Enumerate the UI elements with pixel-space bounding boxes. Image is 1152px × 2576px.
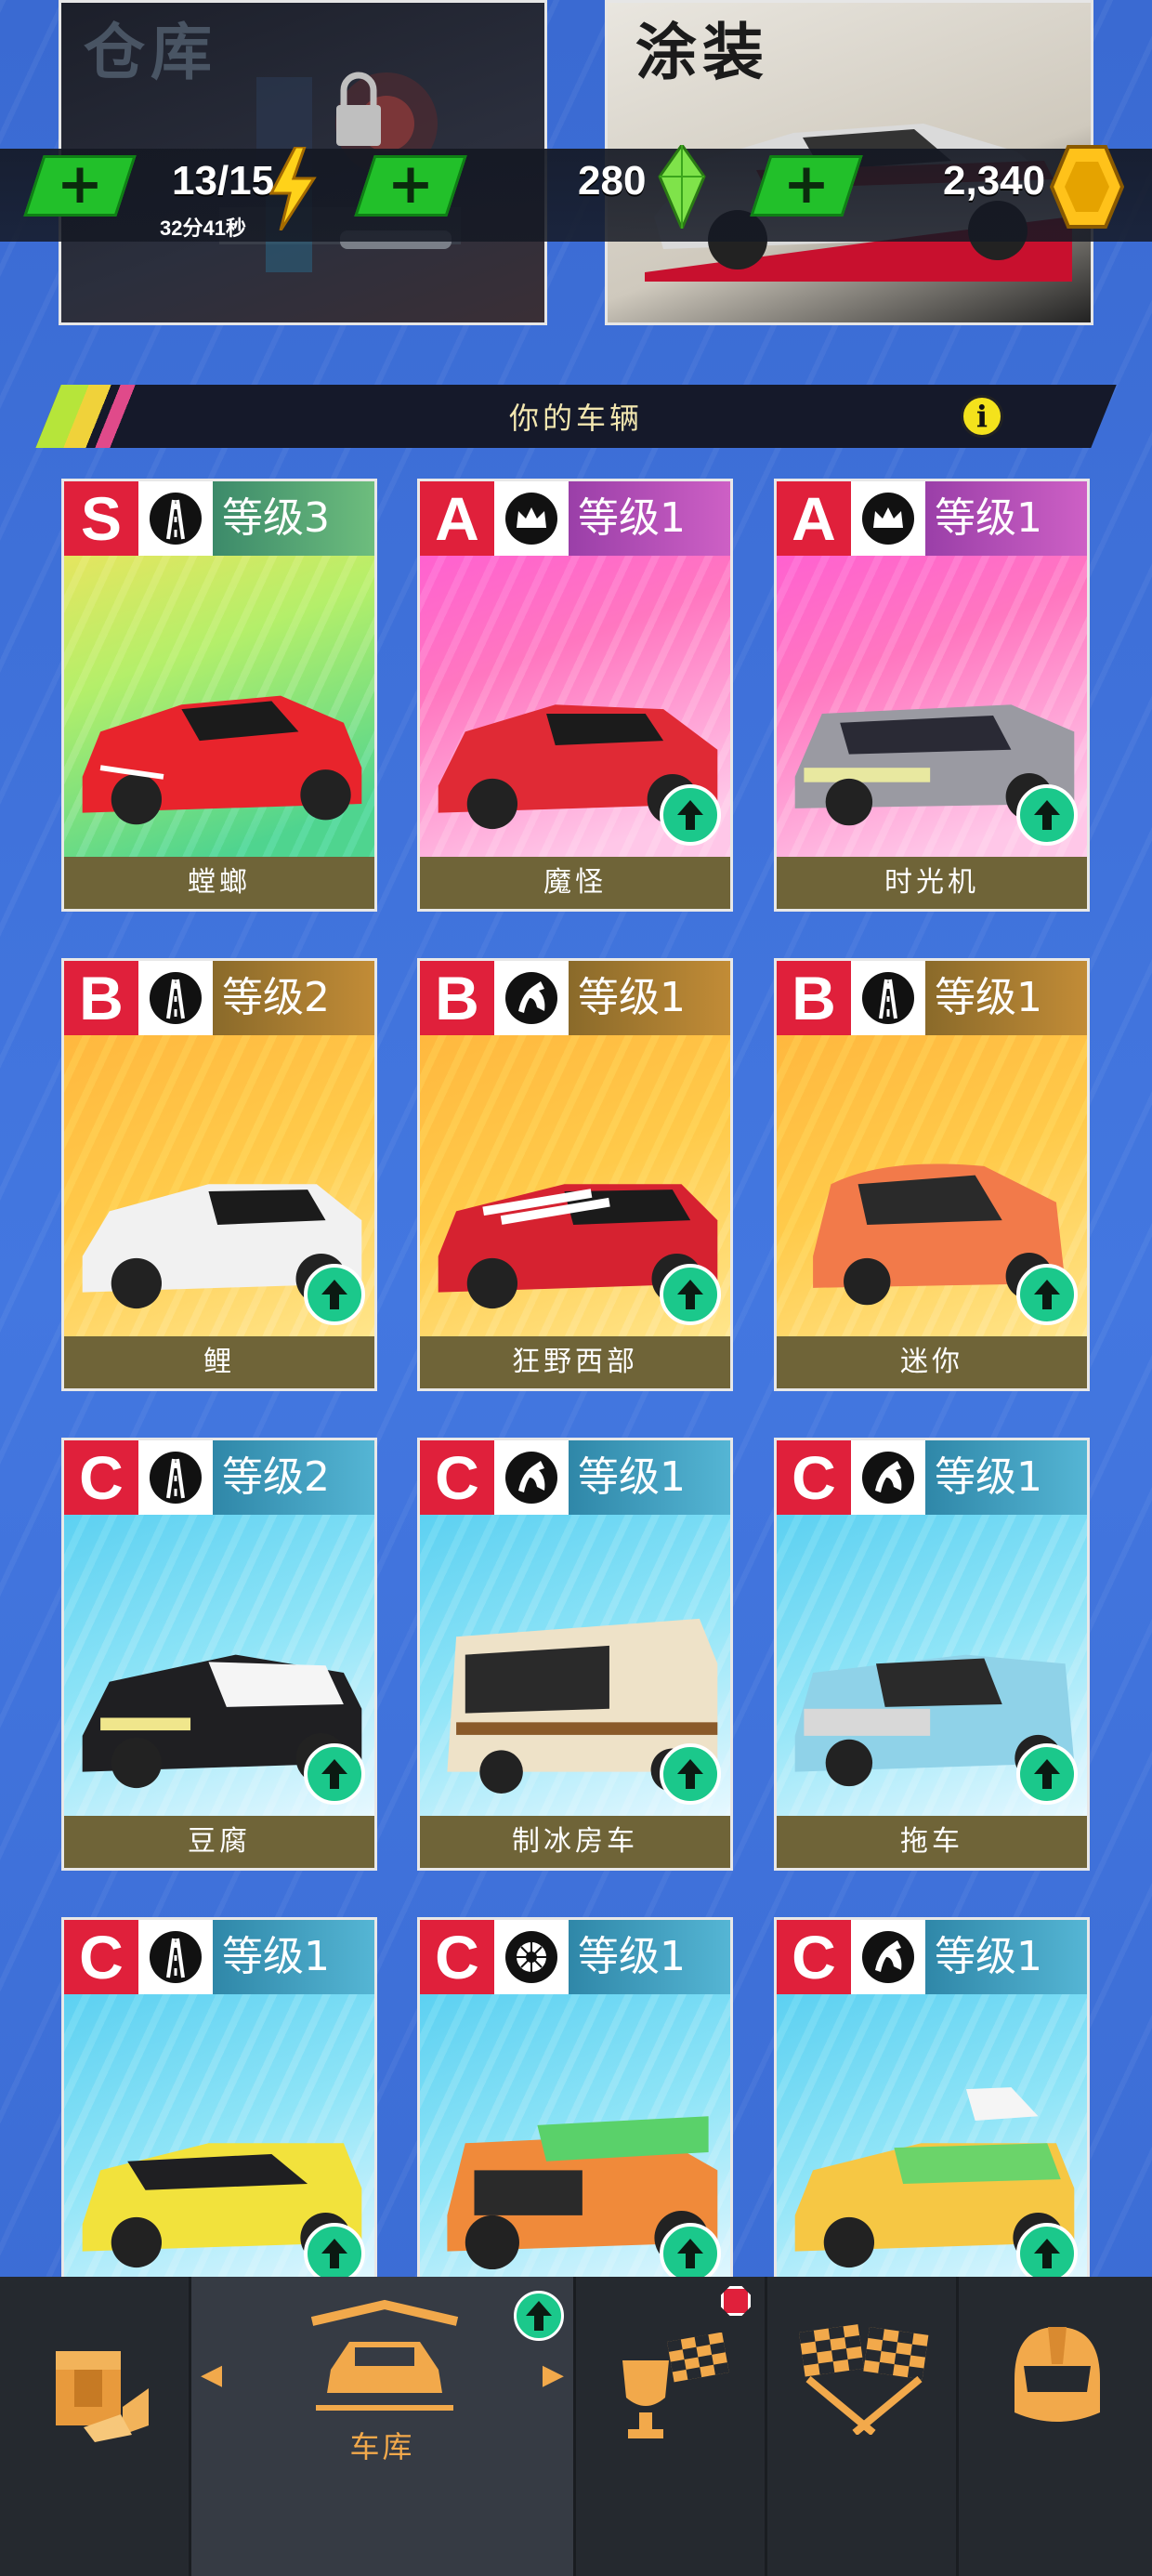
tire-icon bbox=[494, 1920, 569, 1994]
car-name: 拖车 bbox=[777, 1816, 1087, 1868]
gem-icon bbox=[658, 145, 706, 229]
car-grade: B bbox=[777, 961, 851, 1035]
upgrade-arrow-icon[interactable] bbox=[1016, 784, 1078, 846]
upgrade-arrow-icon[interactable] bbox=[660, 1264, 721, 1325]
car-grade: B bbox=[420, 961, 494, 1035]
horse-icon bbox=[494, 961, 569, 1035]
nav-tab-events[interactable] bbox=[576, 2277, 767, 2576]
nav-tab-garage[interactable]: ◀ ▶ 车库 bbox=[191, 2277, 576, 2576]
car-grade: S bbox=[64, 481, 138, 556]
upgrade-arrow-icon[interactable] bbox=[304, 1264, 365, 1325]
upgrade-arrow-icon[interactable] bbox=[660, 2223, 721, 2284]
coins-value: 2,340 bbox=[943, 158, 1046, 204]
car-grade: A bbox=[777, 481, 851, 556]
car-illustration bbox=[82, 695, 362, 825]
car-level: 等级1 bbox=[569, 961, 730, 1035]
horse-icon bbox=[851, 1440, 925, 1515]
car-level: 等级1 bbox=[925, 1440, 1087, 1515]
horse-icon bbox=[494, 1440, 569, 1515]
bottom-nav: ◀ ▶ 车库 bbox=[0, 2277, 1152, 2576]
car-level: 等级2 bbox=[213, 961, 374, 1035]
add-gems-button[interactable] bbox=[354, 155, 467, 217]
lightning-icon bbox=[268, 147, 317, 230]
car-level: 等级2 bbox=[213, 1440, 374, 1515]
road-icon bbox=[138, 1440, 213, 1515]
shop-box-icon bbox=[56, 2351, 149, 2442]
car-level: 等级1 bbox=[569, 1920, 730, 1994]
road-icon bbox=[138, 481, 213, 556]
crown-icon bbox=[494, 481, 569, 556]
warehouse-title: 仓库 bbox=[84, 16, 217, 88]
car-card[interactable]: C 等级1 拖车 bbox=[774, 1438, 1090, 1871]
car-card[interactable]: S 等级3 螳螂 bbox=[61, 479, 377, 912]
car-card[interactable]: C 等级1 制冰房车 bbox=[417, 1438, 733, 1871]
car-name: 魔怪 bbox=[420, 857, 730, 909]
energy-value: 13/15 bbox=[172, 158, 275, 204]
checkered-flags-icon bbox=[799, 2324, 929, 2435]
garage-upgrade-badge bbox=[514, 2291, 564, 2341]
car-level: 等级3 bbox=[213, 481, 374, 556]
car-grade: B bbox=[64, 961, 138, 1035]
upgrade-arrow-icon[interactable] bbox=[1016, 1264, 1078, 1325]
car-grade: A bbox=[420, 481, 494, 556]
helmet-icon bbox=[1015, 2327, 1100, 2422]
car-name: 时光机 bbox=[777, 857, 1087, 909]
car-name: 迷你 bbox=[777, 1336, 1087, 1388]
car-card[interactable]: B 等级1 迷你 bbox=[774, 958, 1090, 1391]
crown-icon bbox=[851, 481, 925, 556]
car-level: 等级1 bbox=[569, 1440, 730, 1515]
horse-icon bbox=[851, 1920, 925, 1994]
car-card[interactable]: C 等级2 豆腐 bbox=[61, 1438, 377, 1871]
road-icon bbox=[851, 961, 925, 1035]
car-grade: C bbox=[420, 1920, 494, 1994]
add-energy-button[interactable] bbox=[23, 155, 137, 217]
car-level: 等级1 bbox=[213, 1920, 374, 1994]
car-grade: C bbox=[64, 1920, 138, 1994]
nav-garage-label: 车库 bbox=[349, 2429, 415, 2464]
upgrade-arrow-icon[interactable] bbox=[1016, 2223, 1078, 2284]
energy-timer: 32分41秒 bbox=[160, 217, 246, 240]
car-name: 豆腐 bbox=[64, 1816, 374, 1868]
car-level: 等级1 bbox=[569, 481, 730, 556]
garage-car-icon bbox=[310, 2299, 459, 2411]
events-alert-badge bbox=[721, 2286, 751, 2316]
lock-icon bbox=[336, 72, 381, 146]
car-name: 狂野西部 bbox=[420, 1336, 730, 1388]
upgrade-arrow-icon[interactable] bbox=[660, 1743, 721, 1805]
car-name: 螳螂 bbox=[64, 857, 374, 909]
car-level: 等级1 bbox=[925, 961, 1087, 1035]
car-card[interactable]: A 等级1 时光机 bbox=[774, 479, 1090, 912]
upgrade-arrow-icon[interactable] bbox=[304, 2223, 365, 2284]
nav-tab-shop[interactable] bbox=[0, 2277, 191, 2576]
car-name: 制冰房车 bbox=[420, 1816, 730, 1868]
car-grade: C bbox=[777, 1920, 851, 1994]
trophy-flag-icon bbox=[622, 2333, 729, 2438]
nav-right-arrow-icon[interactable]: ▶ bbox=[543, 2359, 564, 2391]
upgrade-arrow-icon[interactable] bbox=[1016, 1743, 1078, 1805]
car-grade: C bbox=[777, 1440, 851, 1515]
car-card[interactable]: A 等级1 魔怪 bbox=[417, 479, 733, 912]
car-card[interactable]: B 等级2 鲤 bbox=[61, 958, 377, 1391]
car-level: 等级1 bbox=[925, 481, 1087, 556]
nav-tab-profile[interactable] bbox=[959, 2277, 1152, 2576]
car-grade: C bbox=[420, 1440, 494, 1515]
info-icon[interactable]: i bbox=[961, 395, 1003, 438]
add-coins-button[interactable] bbox=[750, 155, 863, 217]
road-icon bbox=[138, 1920, 213, 1994]
nav-left-arrow-icon[interactable]: ◀ bbox=[201, 2359, 222, 2391]
car-card[interactable]: B 等级1 狂野西部 bbox=[417, 958, 733, 1391]
nav-tab-race[interactable] bbox=[767, 2277, 959, 2576]
car-level: 等级1 bbox=[925, 1920, 1087, 1994]
car-name: 鲤 bbox=[64, 1336, 374, 1388]
upgrade-arrow-icon[interactable] bbox=[304, 1743, 365, 1805]
car-grade: C bbox=[64, 1440, 138, 1515]
coin-icon bbox=[1050, 145, 1124, 229]
road-icon bbox=[138, 961, 213, 1035]
gems-value: 280 bbox=[578, 158, 647, 204]
upgrade-arrow-icon[interactable] bbox=[660, 784, 721, 846]
